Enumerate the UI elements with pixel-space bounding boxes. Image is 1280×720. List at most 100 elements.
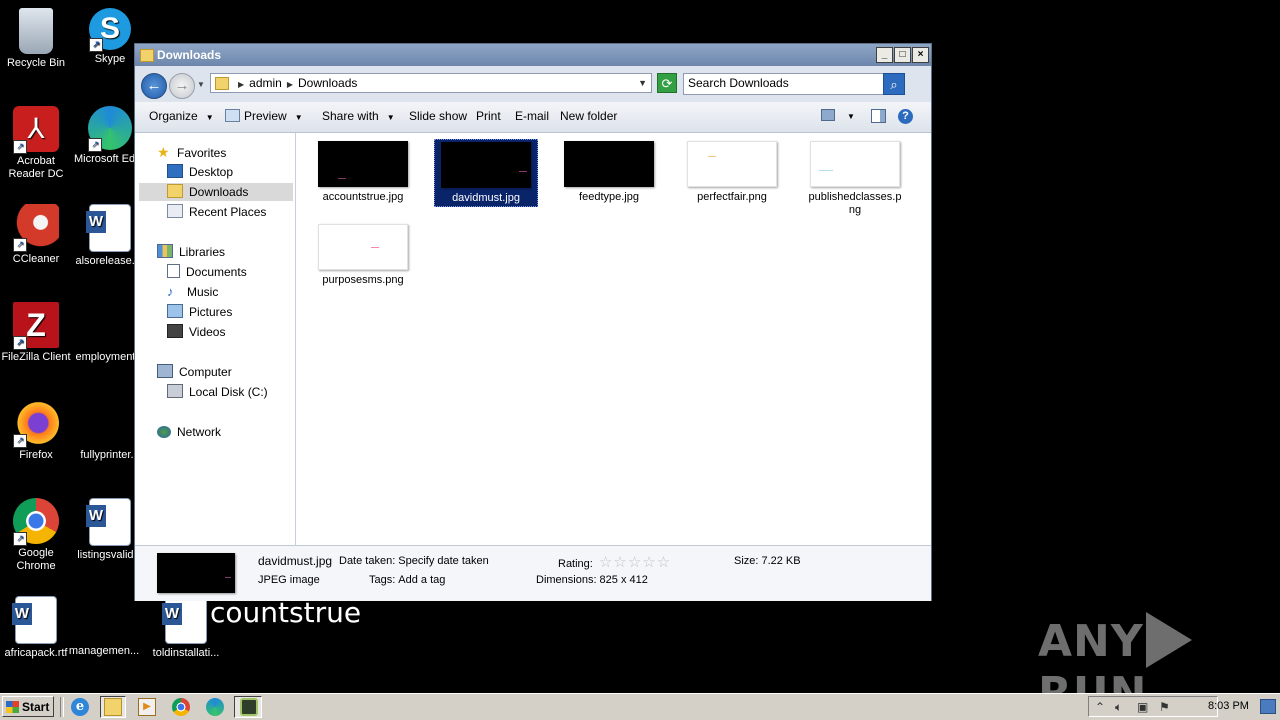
- taskbar: Start e ▶ ⌃ 🔈︎ ▣ ⚑ 8:03 PM: [0, 693, 1280, 720]
- window-controls: _ □ ×: [876, 47, 929, 63]
- share-with-label: Share with: [322, 109, 379, 123]
- play-triangle-icon: [1145, 612, 1192, 668]
- windows-logo-icon: [6, 701, 19, 713]
- rating-stars-icon[interactable]: ☆☆☆☆☆: [599, 554, 671, 571]
- back-button[interactable]: ←: [141, 73, 167, 99]
- print-button[interactable]: Print: [476, 109, 501, 123]
- file-item-purposesms[interactable]: purposesms.png: [311, 222, 415, 287]
- tags-value[interactable]: Add a tag: [398, 574, 445, 586]
- size-value: 7.22 KB: [761, 555, 801, 567]
- nav-recent-places[interactable]: Recent Places: [167, 203, 266, 221]
- chevron-down-icon: ▼: [205, 113, 214, 122]
- recent-pages-dropdown[interactable]: ▼: [197, 80, 205, 89]
- breadcrumb-item[interactable]: Downloads: [298, 76, 357, 90]
- internet-explorer-icon[interactable]: e: [71, 698, 89, 716]
- file-item-feedtype[interactable]: feedtype.jpg: [557, 139, 661, 204]
- shortcut-arrow-icon: ↗: [88, 138, 102, 152]
- folder-icon: [140, 49, 154, 62]
- shortcut-arrow-icon: ↗: [13, 532, 27, 546]
- word-document-icon: [86, 204, 131, 252]
- start-button[interactable]: Start: [2, 696, 54, 717]
- desktop-icon-filezilla[interactable]: Z ↗ FileZilla Client: [0, 302, 72, 364]
- chrome-icon[interactable]: [172, 698, 190, 716]
- preview-button[interactable]: Preview ▼: [225, 109, 303, 123]
- desktop-icon-ccleaner[interactable]: ↗ CCleaner: [0, 204, 72, 266]
- slide-show-button[interactable]: Slide show: [409, 109, 467, 123]
- nav-label: Videos: [189, 325, 226, 339]
- volume-icon[interactable]: 🔈︎: [1115, 700, 1122, 715]
- close-button[interactable]: ×: [912, 47, 929, 63]
- edge-icon[interactable]: [206, 698, 224, 716]
- nav-libraries[interactable]: Libraries: [157, 243, 225, 261]
- show-desktop-icon[interactable]: [1260, 699, 1276, 714]
- search-icon[interactable]: ⌕: [883, 73, 905, 95]
- breadcrumb-separator-icon[interactable]: ▶: [238, 80, 244, 89]
- minimize-button[interactable]: _: [876, 47, 893, 63]
- view-dropdown-icon[interactable]: ▼: [847, 112, 855, 121]
- desktop-icon-recycle-bin[interactable]: Recycle Bin: [0, 8, 72, 70]
- desktop-icon-label: Firefox: [19, 449, 53, 461]
- thumbnail-detail: [225, 577, 231, 578]
- file-explorer-icon[interactable]: [104, 698, 122, 716]
- nav-network[interactable]: Network: [157, 423, 221, 441]
- desktop-icon-label: Acrobat Reader DC: [8, 155, 64, 180]
- nav-music[interactable]: ♪ Music: [167, 283, 218, 301]
- ccleaner-icon: ↗: [13, 204, 59, 252]
- organize-button[interactable]: Organize ▼: [149, 109, 214, 123]
- file-item-perfectfair[interactable]: perfectfair.png: [680, 139, 784, 204]
- image-thumbnail: [318, 224, 408, 270]
- show-hidden-icons-icon[interactable]: ⌃: [1095, 700, 1105, 714]
- nav-computer[interactable]: Computer: [157, 363, 232, 381]
- desktop-icon-label: Recycle Bin: [6, 57, 66, 69]
- desktop-icon-africapack[interactable]: africapack.rtf: [0, 596, 72, 660]
- nav-local-disk[interactable]: Local Disk (C:): [167, 383, 268, 401]
- refresh-button[interactable]: ⟳: [657, 73, 677, 93]
- desktop-icon-firefox[interactable]: ↗ Firefox: [0, 400, 72, 462]
- app-icon[interactable]: [240, 698, 258, 716]
- music-icon: ♪: [167, 284, 174, 299]
- file-item-publishedclasses[interactable]: publishedclasses.png: [803, 139, 907, 217]
- nav-videos[interactable]: Videos: [167, 323, 225, 341]
- action-center-flag-icon[interactable]: ⚑: [1159, 700, 1170, 714]
- details-size: Size: 7.22 KB: [734, 555, 801, 567]
- file-item-accountstrue[interactable]: accountstrue.jpg: [311, 139, 415, 204]
- file-name: davidmust.jpg: [452, 192, 520, 204]
- date-taken-value[interactable]: Specify date taken: [398, 555, 489, 567]
- preview-pane-icon: [871, 109, 886, 123]
- help-button[interactable]: ?: [898, 108, 913, 124]
- window-titlebar[interactable]: Downloads _ □ ×: [135, 44, 931, 66]
- dimensions-value: 825 x 412: [599, 574, 648, 586]
- network-status-icon[interactable]: ▣: [1137, 700, 1148, 714]
- nav-favorites[interactable]: ★ Favorites: [157, 143, 226, 161]
- desktop-icon-chrome[interactable]: ↗ Google Chrome: [0, 498, 72, 573]
- organize-label: Organize: [149, 109, 198, 123]
- address-dropdown-icon[interactable]: ▼: [638, 78, 647, 88]
- breadcrumb-separator-icon[interactable]: ▶: [287, 80, 293, 89]
- media-player-icon[interactable]: ▶: [138, 698, 156, 716]
- email-button[interactable]: E-mail: [515, 109, 549, 123]
- computer-icon: [157, 364, 173, 378]
- nav-label: Downloads: [189, 185, 249, 199]
- breadcrumb-item[interactable]: admin: [249, 76, 282, 90]
- share-with-button[interactable]: Share with ▼: [322, 109, 395, 123]
- nav-desktop[interactable]: Desktop: [167, 163, 233, 181]
- nav-pictures[interactable]: Pictures: [167, 303, 232, 321]
- desktop-icon-label: CCleaner: [12, 253, 60, 265]
- file-item-davidmust[interactable]: davidmust.jpg: [434, 139, 538, 207]
- forward-button[interactable]: →: [169, 73, 195, 99]
- preview-pane-button[interactable]: [871, 109, 886, 126]
- desktop-icon-managemen[interactable]: managemen...: [68, 596, 140, 658]
- desktop-icon-acrobat[interactable]: ⅄ ↗ Acrobat Reader DC: [0, 106, 72, 181]
- clock[interactable]: 8:03 PM: [1208, 700, 1249, 712]
- nav-documents[interactable]: Documents: [167, 263, 247, 281]
- chrome-icon: ↗: [13, 498, 59, 546]
- details-filename: davidmust.jpg: [258, 554, 333, 568]
- nav-downloads[interactable]: Downloads: [139, 183, 293, 201]
- search-input[interactable]: [688, 74, 874, 92]
- desktop-icon: [167, 164, 183, 178]
- shortcut-arrow-icon: ↗: [89, 38, 103, 52]
- maximize-button[interactable]: □: [894, 47, 911, 63]
- new-folder-button[interactable]: New folder: [560, 109, 617, 123]
- view-options-button[interactable]: [821, 109, 835, 124]
- address-bar[interactable]: ▶ admin ▶ Downloads ▼: [210, 73, 652, 93]
